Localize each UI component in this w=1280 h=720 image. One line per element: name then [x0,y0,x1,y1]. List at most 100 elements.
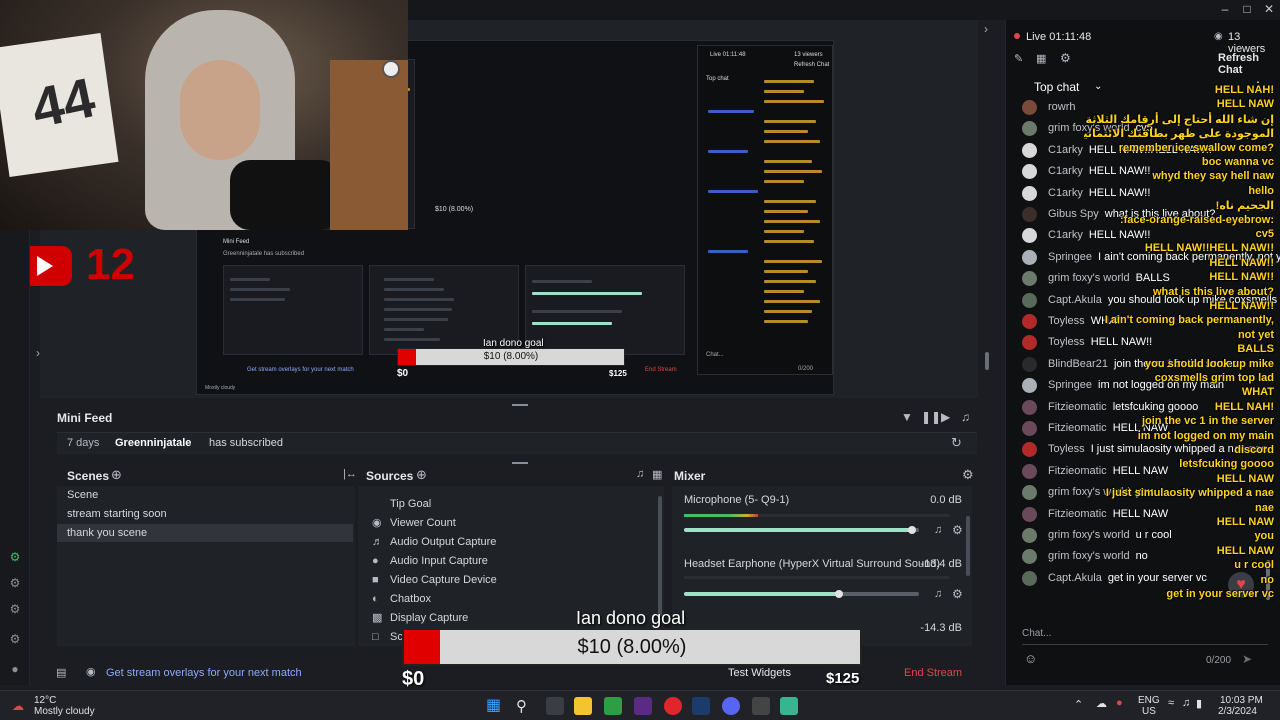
avatar[interactable] [1022,185,1037,201]
dashboard-icon[interactable]: ▦ [1036,52,1046,65]
clock-date[interactable]: 2/3/2024 [1218,706,1257,717]
widget-icon[interactable]: ⚙ [8,550,22,564]
chevron-up-icon[interactable]: ⌃ [1074,698,1083,711]
send-icon[interactable]: ➤ [1242,652,1252,666]
top-chat-dropdown[interactable]: Top chat [1034,80,1079,94]
region[interactable]: US [1142,706,1156,717]
avatar[interactable] [1022,249,1037,265]
skip-icon[interactable]: ▶ [941,410,950,424]
avatar[interactable] [1022,164,1037,180]
avatar[interactable] [1022,356,1037,372]
test-widgets-button[interactable]: Test Widgets [728,667,791,679]
filter-icon[interactable]: ▼ [901,410,913,424]
source-item[interactable]: ● Audio Input Capture [372,552,488,570]
chat-input[interactable]: Chat... [1022,628,1051,639]
chat-author[interactable]: C1arky [1048,187,1083,199]
premiere-icon[interactable] [634,697,652,715]
discord-icon[interactable] [722,697,740,715]
avatar[interactable] [1022,549,1037,565]
sources-scrollbar[interactable] [658,496,662,616]
source-item[interactable]: ◉ Viewer Count [372,514,456,532]
refresh-chat-button[interactable]: Refresh Chat [1218,52,1280,76]
notification-icon[interactable]: ◉ [86,665,96,678]
mic-icon[interactable]: ● [1116,697,1123,709]
source-item[interactable]: ■ Video Capture Device [372,571,497,589]
mixer-scrollbar[interactable] [966,516,970,576]
collapse-icon[interactable]: ▦ [652,468,662,481]
drag-handle[interactable] [512,462,528,464]
avatar[interactable] [1022,570,1037,586]
feed-user[interactable]: Greenninjatale [115,437,191,449]
speaker-icon[interactable]: ♫ [934,588,942,600]
chat-author[interactable]: Toyless [1048,443,1085,455]
battery-icon[interactable]: ▮ [1196,697,1202,710]
preview-scrollbar[interactable] [985,352,989,370]
volume-slider-thumb[interactable] [908,526,916,534]
avatar[interactable] [1022,292,1037,308]
task-view-icon[interactable] [546,697,564,715]
pencil-icon[interactable]: ✎ [1014,52,1023,65]
avatar[interactable] [1022,121,1037,137]
avatar[interactable] [1022,506,1037,522]
app-icon[interactable] [752,697,770,715]
overlay-link[interactable]: Get stream overlays for your next match [106,667,302,679]
avatar[interactable] [1022,378,1037,394]
scene-item[interactable]: stream starting soon [57,505,353,523]
volume-slider[interactable] [684,590,919,598]
avatar[interactable] [1022,485,1037,501]
chat-author[interactable]: Toyless [1048,315,1085,327]
maximize-icon[interactable]: □ [1240,2,1254,16]
gear-icon[interactable]: ⚙ [952,587,963,601]
chat-author[interactable]: C1arky [1048,165,1083,177]
drag-handle[interactable] [512,404,528,406]
avatar[interactable] [1022,228,1037,244]
avatar[interactable] [1022,528,1037,543]
cloud-icon[interactable]: ☁ [1096,697,1107,710]
chat-author[interactable]: C1arky [1048,229,1083,241]
add-scene-icon[interactable]: ⊕ [111,467,122,483]
volume-slider-thumb[interactable] [835,590,843,598]
scene-item[interactable]: Scene [57,486,353,504]
gear-icon[interactable]: ⚙ [1060,51,1071,65]
scene-item-selected[interactable]: thank you scene [57,524,353,542]
refresh-icon[interactable]: ↻ [951,435,962,451]
opera-icon[interactable] [664,697,682,715]
add-source-icon[interactable]: ⊕ [416,467,427,483]
avatar[interactable] [1022,463,1037,479]
speaker-icon[interactable]: ♫ [934,524,942,536]
chat-author[interactable]: rowrh [1048,101,1076,113]
avatar[interactable] [1022,314,1037,329]
user-icon[interactable]: ● [8,662,22,676]
file-explorer-icon[interactable] [574,697,592,715]
volume-icon[interactable]: ♫ [961,410,970,424]
volume-slider[interactable] [684,526,919,534]
source-item[interactable]: ♬ Audio Output Capture [372,533,496,551]
audio-icon[interactable]: ♫ [636,468,644,480]
chevron-right-icon[interactable]: › [36,346,40,360]
avatar[interactable] [1022,207,1037,222]
apps-icon[interactable]: ⚙ [8,602,22,616]
chat-author[interactable]: Toyless [1048,336,1085,348]
minimize-icon[interactable]: – [1218,2,1232,16]
source-item[interactable]: ▩ Display Capture [372,609,468,627]
collapse-icon[interactable]: |↔ [343,468,357,480]
search-icon[interactable]: ⚲ [516,697,527,715]
steam-icon[interactable] [692,697,710,715]
chat-author[interactable]: C1arky [1048,144,1083,156]
gear-icon[interactable]: ⚙ [952,523,963,537]
source-item[interactable]: Tip Goal [372,495,431,513]
avatar[interactable] [1022,442,1037,458]
settings-icon[interactable]: ⚙ [8,632,22,646]
gear-icon[interactable]: ⚙ [962,467,974,483]
avatar[interactable] [1022,100,1037,115]
speaker-icon[interactable]: ♫ [1182,697,1190,709]
emoji-icon[interactable]: ☺ [1024,651,1037,666]
avatar[interactable] [1022,421,1037,436]
language[interactable]: ENG [1138,695,1160,706]
avatar[interactable] [1022,271,1037,287]
close-icon[interactable]: ✕ [1262,2,1276,16]
streamlabs-icon[interactable] [780,697,798,715]
pause-icon[interactable]: ❚❚ [921,410,941,424]
stats-icon[interactable]: ▤ [56,666,66,679]
minecraft-icon[interactable] [604,697,622,715]
